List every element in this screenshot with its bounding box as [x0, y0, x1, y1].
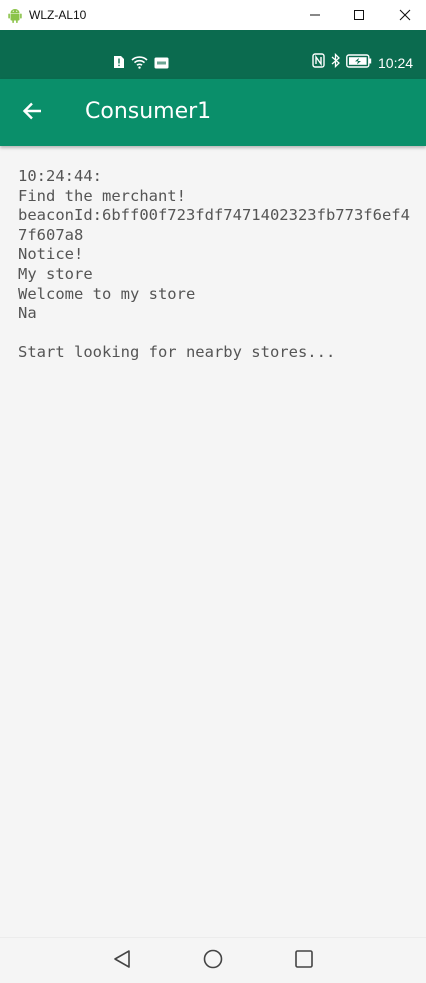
nav-home-button[interactable] — [199, 947, 227, 975]
log-line: My store — [18, 264, 93, 283]
log-line: Na — [18, 304, 37, 323]
arrow-back-icon — [22, 102, 42, 124]
status-icons-right: 10:24 — [312, 52, 414, 72]
close-button[interactable] — [382, 0, 426, 30]
nav-home-icon — [202, 948, 224, 974]
nfc-icon — [312, 53, 325, 72]
status-bar: 10:24 — [0, 30, 426, 79]
alert-icon — [113, 54, 125, 73]
nav-back-icon — [111, 948, 133, 974]
content-area[interactable]: 10:24:44: Find the merchant! beaconId:6b… — [0, 146, 426, 937]
minimize-icon — [309, 6, 321, 25]
window-title: WLZ-AL10 — [29, 8, 87, 22]
wifi-icon — [131, 54, 148, 73]
log-line: Welcome to my store — [18, 284, 196, 303]
device-window: WLZ-AL10 10:24 Consumer1 10:24:44: Find … — [0, 0, 426, 983]
navigation-bar — [0, 937, 426, 983]
maximize-icon — [353, 6, 365, 25]
nfc-badge-icon — [154, 54, 169, 73]
minimize-button[interactable] — [292, 0, 338, 30]
status-time: 10:24 — [378, 54, 414, 71]
nav-recent-button[interactable] — [290, 947, 318, 975]
app-toolbar: Consumer1 — [0, 79, 426, 146]
log-line: beaconId:6bff00f723fdf7471402323fb773f6e… — [18, 206, 410, 244]
back-button[interactable] — [12, 93, 52, 133]
log-line: 10:24:44: — [18, 167, 102, 185]
log-line: Start looking for nearby stores... — [18, 343, 336, 362]
bluetooth-icon — [331, 52, 340, 72]
log-output: 10:24:44: Find the merchant! beaconId:6b… — [18, 167, 410, 363]
nav-recent-icon — [293, 948, 315, 974]
window-titlebar: WLZ-AL10 — [0, 0, 426, 30]
status-icons-left — [113, 54, 169, 73]
battery-icon — [346, 53, 372, 72]
page-title: Consumer1 — [85, 99, 212, 124]
close-icon — [399, 6, 411, 25]
log-line: Notice! — [18, 245, 84, 264]
log-line: Find the merchant! — [18, 186, 186, 205]
android-icon — [7, 7, 23, 23]
nav-back-button[interactable] — [108, 947, 136, 975]
maximize-button[interactable] — [336, 0, 382, 30]
